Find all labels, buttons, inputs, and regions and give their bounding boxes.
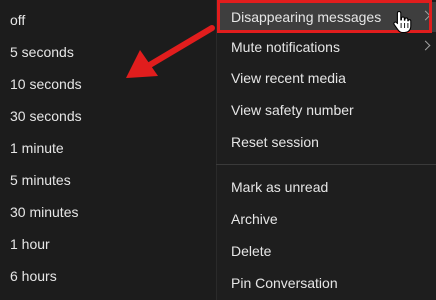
conversation-context-menu: Disappearing messages Mute notifications… [216,0,436,300]
timer-option-30-seconds[interactable]: 30 seconds [10,104,82,128]
menu-item-mark-as-unread[interactable]: Mark as unread [217,172,436,202]
hand-pointer-icon [393,10,412,34]
timer-option-5-seconds[interactable]: 5 seconds [10,40,74,64]
timer-option-5-minutes[interactable]: 5 minutes [10,168,71,192]
menu-item-label: View safety number [231,102,354,118]
menu-item-pin-conversation[interactable]: Pin Conversation [217,268,436,298]
menu-item-label: Archive [231,211,278,227]
timer-option-30-minutes[interactable]: 30 minutes [10,200,78,224]
red-arrow-icon [126,25,215,78]
menu-divider [216,164,436,165]
menu-item-archive[interactable]: Archive [217,204,436,234]
menu-item-reset-session[interactable]: Reset session [217,127,436,157]
timer-option-off[interactable]: off [10,8,25,32]
menu-item-label: Delete [231,243,272,259]
menu-item-label: Pin Conversation [231,275,338,291]
menu-item-mute-notifications[interactable]: Mute notifications [217,32,436,62]
timer-option-6-hours[interactable]: 6 hours [10,264,57,288]
menu-item-label: Mute notifications [231,39,340,55]
menu-item-label: Reset session [231,134,319,150]
menu-item-label: Disappearing messages [231,9,382,25]
chevron-right-icon [420,10,431,21]
menu-item-label: View recent media [231,70,346,86]
timer-option-1-minute[interactable]: 1 minute [10,136,64,160]
menu-item-view-recent-media[interactable]: View recent media [217,63,436,93]
timer-option-1-hour[interactable]: 1 hour [10,232,50,256]
menu-item-delete[interactable]: Delete [217,236,436,266]
menu-item-view-safety-number[interactable]: View safety number [217,95,436,125]
chevron-right-icon [420,40,431,51]
timer-option-10-seconds[interactable]: 10 seconds [10,72,82,96]
menu-item-label: Mark as unread [231,179,329,195]
